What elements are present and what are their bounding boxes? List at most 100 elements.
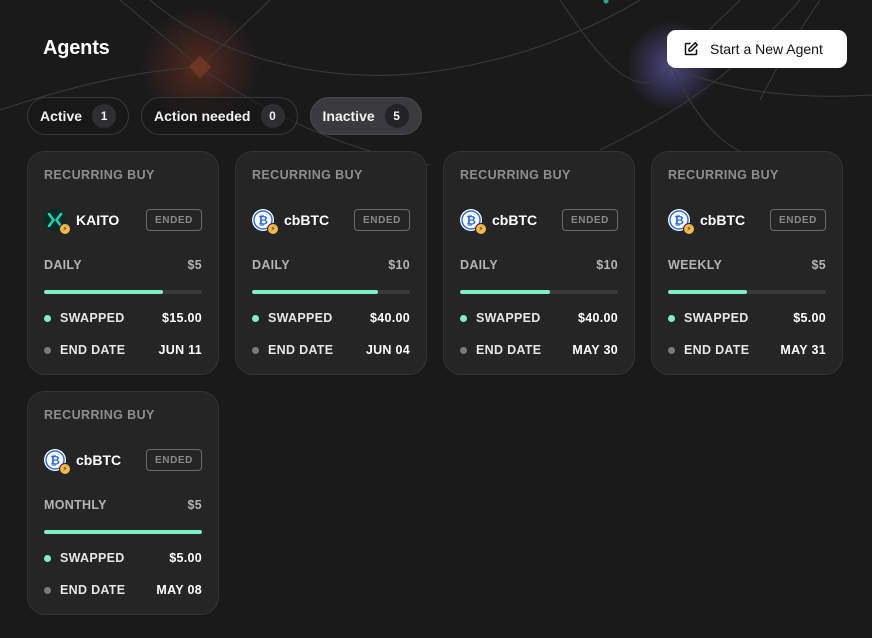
swapped-row: SWAPPED $40.00 (252, 309, 410, 327)
lightning-badge-icon: ⚡ (475, 223, 487, 235)
end-date-label: END DATE (476, 343, 542, 357)
frequency-row: DAILY $10 (460, 258, 618, 272)
amount: $5 (811, 258, 826, 272)
progress-bar (252, 290, 410, 294)
token-row: ₿ ⚡ cbBTC ENDED (668, 208, 826, 235)
card-type: RECURRING BUY (44, 168, 155, 182)
frequency-row: WEEKLY $5 (668, 258, 826, 272)
card-type: RECURRING BUY (252, 168, 363, 182)
swapped-value: $40.00 (369, 311, 410, 325)
token-row: ₿ ⚡ cbBTC ENDED (44, 448, 202, 475)
end-date-row: END DATE MAY 30 (460, 341, 618, 359)
swapped-label: SWAPPED (268, 311, 333, 325)
tab-label: Action needed (154, 108, 251, 124)
page-title: Agents (43, 37, 110, 59)
token-name: cbBTC (492, 212, 538, 228)
lightning-badge-icon: ⚡ (267, 223, 279, 235)
swapped-label: SWAPPED (684, 311, 749, 325)
tab-count: 1 (92, 104, 117, 128)
progress-bar (44, 530, 202, 534)
frequency: DAILY (44, 258, 82, 272)
token-name: cbBTC (700, 212, 746, 228)
end-date-row: END DATE MAY 31 (668, 341, 826, 359)
card-type: RECURRING BUY (668, 168, 779, 182)
token-name: cbBTC (284, 212, 330, 228)
token-row: ₿ ⚡ cbBTC ENDED (460, 208, 618, 235)
bitcoin-icon: ₿ ⚡ (460, 209, 487, 235)
amount: $5 (187, 498, 202, 512)
frequency: MONTHLY (44, 498, 107, 512)
agent-card[interactable]: RECURRING BUY ₿ ⚡ cbBTC ENDED MONTHLY $5… (27, 391, 219, 615)
swapped-value: $40.00 (577, 311, 618, 325)
token-row: ₿ ⚡ cbBTC ENDED (252, 208, 410, 235)
card-type: RECURRING BUY (44, 408, 155, 422)
status-dot (668, 346, 675, 354)
kaito-icon: ⚡ (44, 209, 71, 235)
status-dot (44, 314, 51, 322)
end-date-value: MAY 31 (780, 343, 826, 357)
status-badge: ENDED (353, 209, 410, 231)
frequency-row: DAILY $10 (252, 258, 410, 272)
swapped-row: SWAPPED $5.00 (668, 309, 826, 327)
tab-label: Inactive (322, 108, 375, 124)
tab-count: 5 (384, 104, 409, 128)
end-date-value: MAY 30 (572, 343, 618, 357)
end-date-label: END DATE (60, 583, 126, 597)
frequency: WEEKLY (668, 258, 723, 272)
agent-card[interactable]: RECURRING BUY ₿ ⚡ cbBTC ENDED DAILY $10 … (443, 151, 635, 375)
end-date-row: END DATE JUN 04 (252, 341, 410, 359)
end-date-row: END DATE MAY 08 (44, 581, 202, 599)
end-date-value: JUN 11 (158, 343, 202, 357)
swapped-row: SWAPPED $5.00 (44, 549, 202, 567)
status-dot (44, 554, 51, 562)
progress-bar (668, 290, 826, 294)
swapped-label: SWAPPED (60, 551, 125, 565)
token-row: ⚡ KAITO ENDED (44, 208, 202, 235)
token-name: KAITO (76, 212, 120, 228)
status-badge: ENDED (145, 209, 202, 231)
tab-inactive[interactable]: Inactive 5 (309, 97, 422, 135)
end-date-label: END DATE (684, 343, 750, 357)
token-name: cbBTC (76, 452, 122, 468)
status-dot (252, 346, 259, 354)
frequency: DAILY (252, 258, 290, 272)
status-tabs: Active 1 Action needed 0 Inactive 5 (27, 97, 434, 135)
progress-fill (460, 290, 551, 294)
progress-fill (44, 290, 163, 294)
progress-fill (252, 290, 379, 294)
end-date-value: JUN 04 (365, 343, 410, 357)
agents-page: Agents Start a New Agent Active 1 Action… (0, 0, 872, 638)
swapped-label: SWAPPED (60, 311, 125, 325)
edit-icon (684, 42, 698, 56)
agent-card[interactable]: RECURRING BUY ₿ ⚡ cbBTC ENDED WEEKLY $5 … (651, 151, 843, 375)
end-date-row: END DATE JUN 11 (44, 341, 202, 359)
start-new-agent-button[interactable]: Start a New Agent (667, 30, 847, 68)
progress-fill (44, 530, 202, 534)
amount: $5 (187, 258, 202, 272)
status-dot (460, 346, 467, 354)
progress-bar (44, 290, 202, 294)
lightning-badge-icon: ⚡ (683, 223, 695, 235)
swapped-row: SWAPPED $40.00 (460, 309, 618, 327)
end-date-label: END DATE (268, 343, 334, 357)
frequency: DAILY (460, 258, 498, 272)
tab-active[interactable]: Active 1 (27, 97, 130, 135)
status-badge: ENDED (769, 209, 826, 231)
amount: $10 (388, 258, 410, 272)
agent-card[interactable]: RECURRING BUY ⚡ KAITO ENDED DAILY $5 SWA… (27, 151, 219, 375)
frequency-row: MONTHLY $5 (44, 498, 202, 512)
progress-fill (668, 290, 747, 294)
start-new-agent-label: Start a New Agent (710, 41, 823, 57)
bitcoin-icon: ₿ ⚡ (44, 449, 71, 475)
status-dot (44, 346, 51, 354)
status-dot (44, 586, 51, 594)
swapped-row: SWAPPED $15.00 (44, 309, 202, 327)
status-dot (252, 314, 259, 322)
frequency-row: DAILY $5 (44, 258, 202, 272)
tab-label: Active (40, 108, 83, 124)
amount: $10 (596, 258, 618, 272)
status-dot (460, 314, 467, 322)
agent-card[interactable]: RECURRING BUY ₿ ⚡ cbBTC ENDED DAILY $10 … (235, 151, 427, 375)
progress-bar (460, 290, 618, 294)
tab-action-needed[interactable]: Action needed 0 (141, 97, 298, 135)
